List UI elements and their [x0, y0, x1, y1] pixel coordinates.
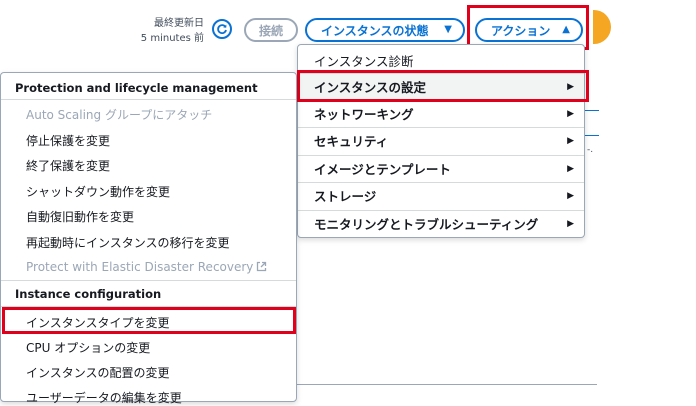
caret-down-icon: ▼: [444, 24, 452, 35]
background-truncated-text: -.: [587, 145, 594, 155]
chevron-right-icon: ▶: [567, 190, 574, 201]
menu-item-security[interactable]: セキュリティ ▶: [298, 127, 584, 153]
menu-item-networking[interactable]: ネットワーキング ▶: [298, 100, 584, 126]
last-updated-info: 最終更新日 5 minutes 前: [120, 16, 204, 46]
submenu-item-elastic-disaster-recovery: Protect with Elastic Disaster Recovery: [26, 260, 267, 274]
instance-state-button[interactable]: インスタンスの状態 ▼: [305, 18, 465, 42]
chevron-right-icon: ▶: [567, 163, 574, 174]
submenu-item-shutdown-behavior[interactable]: シャットダウン動作を変更: [26, 183, 170, 200]
submenu-item-attach-asg: Auto Scaling グループにアタッチ: [26, 108, 213, 122]
section-heading-instance-config: Instance configuration: [15, 287, 162, 301]
menu-item-storage[interactable]: ストレージ ▶: [298, 182, 584, 208]
menu-item-label: モニタリングとトラブルシューティング: [314, 217, 539, 232]
submenu-item-placement[interactable]: インスタンスの配置の変更: [26, 364, 170, 381]
submenu-item-cpu-options[interactable]: CPU オプションの変更: [26, 339, 150, 356]
change-instance-type-highlight-box: [2, 307, 296, 334]
section-divider: [1, 99, 296, 100]
create-button-edge[interactable]: [593, 10, 611, 44]
last-updated-label: 最終更新日: [154, 18, 204, 29]
background-divider: [297, 384, 597, 385]
submenu-item-label: Protect with Elastic Disaster Recovery: [26, 260, 254, 274]
refresh-button[interactable]: [212, 19, 232, 39]
menu-item-label: インスタンス診断: [314, 53, 414, 69]
menu-item-images-templates[interactable]: イメージとテンプレート ▶: [298, 155, 584, 181]
instance-state-label: インスタンスの状態: [321, 23, 429, 38]
last-updated-value: 5 minutes 前: [140, 33, 204, 44]
submenu-item-reboot-migration[interactable]: 再起動時にインスタンスの移行を変更: [26, 234, 230, 251]
submenu-item-auto-recovery[interactable]: 自動復旧動作を変更: [26, 208, 134, 225]
background-input-edge: [585, 110, 599, 136]
chevron-right-icon: ▶: [567, 135, 574, 146]
connect-label: 接続: [258, 23, 283, 38]
instance-settings-highlight-box: [297, 70, 589, 102]
menu-item-label: セキュリティ: [314, 134, 389, 149]
section-divider: [1, 280, 296, 281]
menu-item-monitoring[interactable]: モニタリングとトラブルシューティング ▶: [298, 210, 584, 236]
chevron-right-icon: ▶: [567, 218, 574, 229]
section-heading-protection: Protection and lifecycle management: [15, 81, 258, 95]
menu-item-label: ネットワーキング: [314, 107, 414, 122]
menu-item-label: ストレージ: [314, 189, 377, 204]
refresh-icon: [217, 24, 227, 34]
chevron-right-icon: ▶: [567, 108, 574, 119]
menu-item-label: イメージとテンプレート: [314, 162, 451, 177]
submenu-item-termination-protection[interactable]: 終了保護を変更: [26, 157, 110, 174]
connect-button[interactable]: 接続: [244, 18, 298, 42]
submenu-item-stop-protection[interactable]: 停止保護を変更: [26, 132, 110, 149]
external-link-icon: [257, 261, 267, 272]
instance-settings-submenu: Protection and lifecycle management Auto…: [0, 72, 297, 405]
